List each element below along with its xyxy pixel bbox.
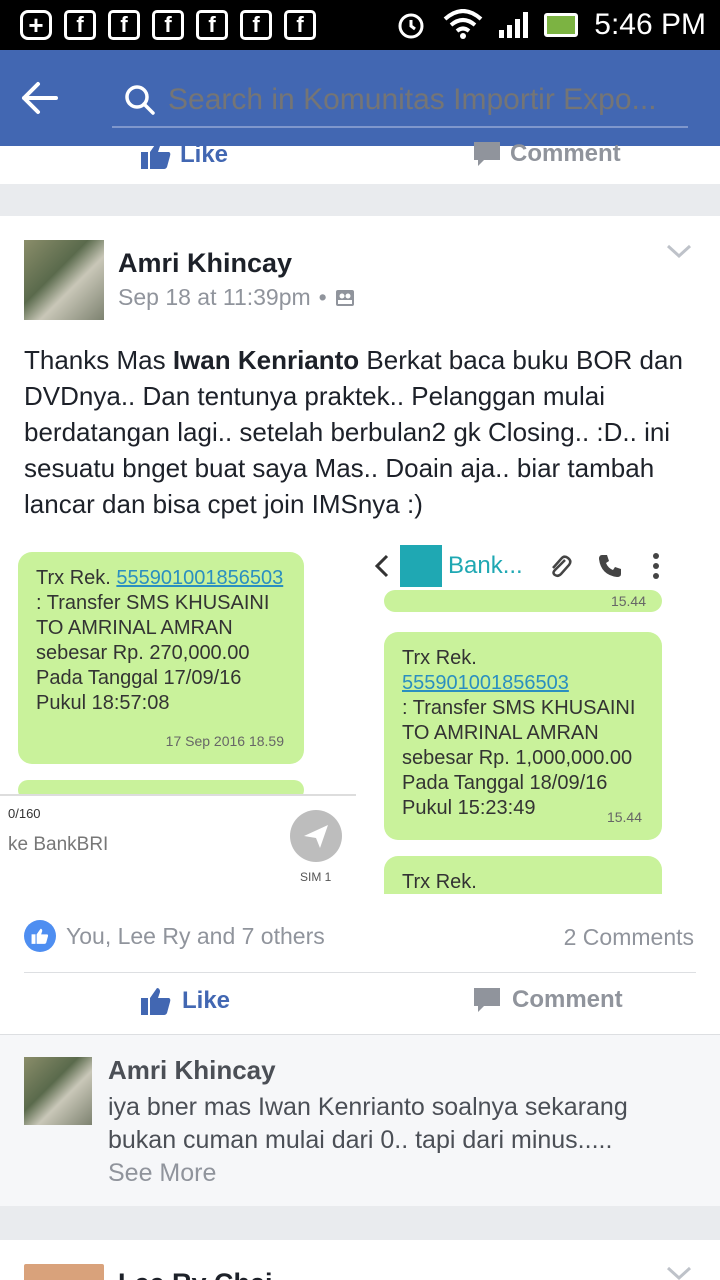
sms-line: : Transfer SMS KHUSAINI: [36, 592, 270, 614]
facebook-icon: f: [64, 10, 96, 40]
back-button[interactable]: [0, 50, 80, 146]
previous-post-actions: Like Comment: [0, 140, 720, 184]
comment-button[interactable]: Comment: [472, 986, 623, 1014]
like-label: Like: [182, 987, 231, 1014]
sim-label: SIM 1: [300, 870, 332, 884]
meta-separator: •: [318, 284, 327, 310]
facebook-icon: f: [240, 10, 272, 40]
divider: [24, 972, 696, 973]
contact-name: Bank...: [448, 552, 523, 579]
comment-icon: [474, 142, 500, 166]
facebook-icon: f: [108, 10, 140, 40]
contact-avatar: [400, 545, 442, 587]
avatar[interactable]: [24, 240, 104, 320]
sms-timestamp: 17 Sep 2016 18.59: [165, 733, 284, 749]
signal-icon: [499, 12, 529, 38]
phone-icon: [598, 555, 621, 577]
facebook-icon: f: [284, 10, 316, 40]
char-counter: 0/160: [8, 806, 41, 821]
plus-notification-icon: +: [20, 10, 52, 40]
reactions-summary[interactable]: You, Lee Ry and 7 others: [24, 920, 325, 952]
search-input[interactable]: [168, 83, 688, 117]
paper-plane-icon: [304, 825, 328, 848]
post-text-part: Thanks Mas: [24, 345, 173, 375]
post-time[interactable]: Sep 18 at 11:39pm: [118, 284, 311, 311]
next-post-card: Lee Ry Chai: [0, 1240, 720, 1280]
like-button[interactable]: Like: [140, 140, 228, 170]
sms-line: sebesar Rp. 270,000.00: [36, 642, 250, 664]
sms-line: sebesar Rp. 1,000,000.00: [402, 747, 633, 769]
search-icon: [125, 85, 155, 115]
thumbs-up-icon: [141, 142, 171, 169]
see-more-link[interactable]: See More: [108, 1159, 216, 1188]
sms-line: TO AMRINAL AMRAN: [36, 617, 233, 639]
comment-text: iya bner mas Iwan Kenrianto soalnya seka…: [108, 1093, 628, 1154]
like-button[interactable]: Like: [140, 986, 230, 1016]
post-photo[interactable]: Trx Rek. 555901001856503 : Transfer SMS …: [0, 542, 720, 894]
facebook-group-search-screen: + f f f f f f 5:46 PM Search in Komunita…: [0, 0, 720, 1280]
like-label: Like: [180, 141, 229, 168]
wifi-icon: [443, 9, 483, 39]
account-number: 555901001856503: [402, 672, 569, 694]
post-card: Amri Khincay Sep 18 at 11:39pm • Thanks …: [0, 216, 720, 1034]
sms-line: Trx Rek. 555901001856503: [402, 871, 477, 893]
sms-line: Pada Tanggal 18/09/16: [402, 772, 608, 794]
sms-bubble-partial: Trx Rek. 555901001856503: [384, 856, 662, 894]
send-icon: [290, 810, 342, 862]
sms-line: Trx Rek. 555901001856503: [402, 646, 644, 696]
account-number: 555901001856503: [116, 567, 284, 589]
comment-label: Comment: [510, 140, 621, 167]
sms-bubble-partial: 15.44: [384, 590, 662, 612]
comment-author[interactable]: Amri Khincay: [108, 1055, 276, 1086]
sms-line: TO AMRINAL AMRAN: [402, 722, 599, 744]
comment-icon: [474, 988, 500, 1012]
alarm-icon: [398, 13, 424, 39]
avatar[interactable]: [24, 1264, 104, 1280]
facebook-icon: f: [196, 10, 228, 40]
like-reaction-icon: [24, 920, 56, 952]
sms-text: Trx Rek.: [36, 567, 117, 589]
sms-timestamp: 15.44: [610, 593, 646, 609]
thumbs-up-icon: [31, 928, 49, 944]
reactions-text: You, Lee Ry and 7 others: [66, 922, 325, 949]
comment-button[interactable]: Comment: [472, 140, 621, 168]
clock: 5:46 PM: [594, 8, 706, 41]
sms-app-header: Bank...: [370, 542, 720, 590]
search-bar[interactable]: [112, 74, 688, 128]
mention-link[interactable]: Iwan Kenrianto: [173, 345, 359, 375]
chevron-left-icon: [374, 554, 389, 578]
facebook-icon: f: [152, 10, 184, 40]
comment-label: Comment: [512, 986, 623, 1013]
sms-line: Pukul 18:57:08: [36, 692, 170, 714]
chevron-down-icon[interactable]: [666, 1264, 692, 1280]
post-text: Thanks Mas Iwan Kenrianto Berkat baca bu…: [24, 342, 700, 522]
more-vertical-icon: [652, 553, 659, 579]
sms-line: Pada Tanggal 17/09/16: [36, 667, 242, 689]
post-author[interactable]: Lee Ry Chai: [118, 1268, 273, 1280]
app-bar: [0, 50, 720, 146]
chevron-down-icon[interactable]: [666, 242, 692, 262]
sms-bubble: Trx Rek. 555901001856503 : Transfer SMS …: [384, 632, 662, 840]
arrow-left-icon: [22, 82, 58, 114]
sms-text: Trx Rek.: [402, 647, 477, 669]
recipient-field: ke BankBRI: [8, 834, 109, 855]
avatar[interactable]: [24, 1057, 92, 1125]
thumbs-up-icon: [141, 988, 171, 1015]
post-meta: Sep 18 at 11:39pm •: [118, 284, 355, 311]
sms-line: Trx Rek. 555901001856503: [36, 566, 286, 591]
sms-timestamp: 15.44: [606, 809, 642, 825]
status-bar: + f f f f f f 5:46 PM: [0, 0, 720, 50]
notification-icons: + f f f f f f: [20, 10, 316, 40]
post-author[interactable]: Amri Khincay: [118, 248, 292, 279]
comments-count[interactable]: 2 Comments: [564, 924, 694, 951]
group-privacy-icon: [335, 289, 354, 306]
system-icons: 5:46 PM: [395, 8, 706, 42]
comment-preview[interactable]: Amri Khincay iya bner mas Iwan Kenrianto…: [0, 1034, 720, 1206]
attachment-icon: [551, 555, 572, 578]
sms-line: : Transfer SMS KHUSAINI: [402, 697, 636, 719]
sms-bubble: Trx Rek. 555901001856503 : Transfer SMS …: [18, 552, 304, 764]
battery-charging-icon: [544, 13, 579, 37]
